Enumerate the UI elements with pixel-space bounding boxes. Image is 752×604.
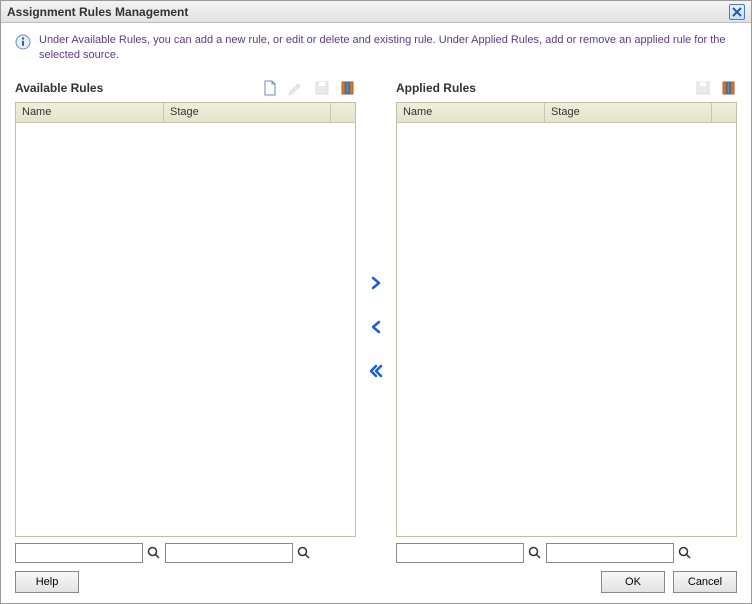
applied-name-search-input[interactable] — [396, 543, 524, 563]
available-title: Available Rules — [15, 81, 103, 95]
search-icon — [297, 546, 311, 560]
move-right-button[interactable] — [366, 273, 386, 293]
available-panel: Available Rules — [15, 78, 356, 537]
close-icon — [732, 7, 742, 17]
available-col-name[interactable]: Name — [16, 103, 164, 122]
applied-toolbar — [695, 80, 737, 96]
search-row — [1, 537, 751, 567]
applied-col-name[interactable]: Name — [397, 103, 545, 122]
applied-table-header: Name Stage — [397, 103, 736, 123]
available-search — [15, 543, 356, 563]
columns-button[interactable] — [340, 80, 356, 96]
columns-icon — [721, 80, 737, 96]
move-all-left-button[interactable] — [366, 361, 386, 381]
chevron-left-icon — [369, 320, 383, 334]
available-table[interactable]: Name Stage — [15, 102, 356, 537]
pencil-icon — [288, 80, 304, 96]
titlebar: Assignment Rules Management — [1, 1, 751, 23]
new-rule-button[interactable] — [262, 80, 278, 96]
dialog-title: Assignment Rules Management — [7, 5, 188, 19]
applied-col-stage[interactable]: Stage — [545, 103, 712, 122]
available-stage-search-input[interactable] — [165, 543, 293, 563]
applied-table-body — [397, 123, 736, 536]
applied-search — [396, 543, 737, 563]
applied-table[interactable]: Name Stage — [396, 102, 737, 537]
available-table-body — [16, 123, 355, 536]
search-icon — [678, 546, 692, 560]
applied-col-end — [712, 103, 736, 122]
cancel-button[interactable]: Cancel — [673, 571, 737, 593]
close-button[interactable] — [729, 4, 745, 20]
save-rule-button — [314, 80, 330, 96]
applied-panel: Applied Rules — [396, 78, 737, 537]
available-name-search-button[interactable] — [147, 546, 161, 560]
available-table-header: Name Stage — [16, 103, 355, 123]
applied-header: Applied Rules — [396, 78, 737, 98]
applied-title: Applied Rules — [396, 81, 476, 95]
chevron-double-left-icon — [369, 364, 383, 378]
save-icon — [314, 80, 330, 96]
dialog: Assignment Rules Management Under Availa… — [0, 0, 752, 604]
right-buttons: OK Cancel — [601, 571, 737, 593]
ok-button[interactable]: OK — [601, 571, 665, 593]
info-text: Under Available Rules, you can add a new… — [39, 33, 737, 64]
info-icon — [15, 34, 31, 50]
available-name-search-input[interactable] — [15, 543, 143, 563]
applied-stage-search-input[interactable] — [546, 543, 674, 563]
available-col-stage[interactable]: Stage — [164, 103, 331, 122]
applied-save-button — [695, 80, 711, 96]
columns-icon — [340, 80, 356, 96]
applied-name-search-button[interactable] — [528, 546, 542, 560]
button-row: Help OK Cancel — [1, 567, 751, 603]
move-left-button[interactable] — [366, 317, 386, 337]
document-icon — [262, 80, 278, 96]
available-header: Available Rules — [15, 78, 356, 98]
save-icon — [695, 80, 711, 96]
info-row: Under Available Rules, you can add a new… — [1, 23, 751, 68]
search-icon — [528, 546, 542, 560]
chevron-right-icon — [369, 276, 383, 290]
content: Available Rules — [1, 68, 751, 537]
available-toolbar — [262, 80, 356, 96]
transfer-controls — [356, 78, 396, 537]
applied-stage-search-button[interactable] — [678, 546, 692, 560]
available-stage-search-button[interactable] — [297, 546, 311, 560]
search-spacer — [356, 543, 396, 563]
edit-rule-button — [288, 80, 304, 96]
available-col-end — [331, 103, 355, 122]
applied-columns-button[interactable] — [721, 80, 737, 96]
help-button[interactable]: Help — [15, 571, 79, 593]
search-icon — [147, 546, 161, 560]
